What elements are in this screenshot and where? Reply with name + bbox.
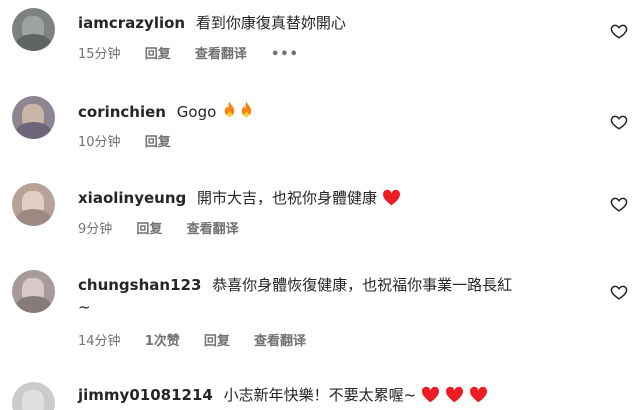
heart-outline-icon[interactable]	[610, 195, 628, 213]
avatar[interactable]	[12, 8, 55, 51]
translate-button[interactable]: 查看翻译	[254, 333, 306, 351]
username[interactable]: xiaolinyeung	[78, 189, 186, 207]
reply-button[interactable]: 回复	[145, 46, 171, 64]
heart-outline-icon[interactable]	[610, 22, 628, 40]
translate-button[interactable]: 查看翻译	[195, 46, 247, 64]
red-heart-icon	[469, 386, 487, 403]
timestamp: 15分钟	[78, 47, 121, 62]
more-options-button[interactable]: •••	[271, 46, 299, 64]
comment-text: 看到你康復真替妳開心	[195, 14, 346, 32]
timestamp: 9分钟	[78, 222, 113, 237]
comment-text: 小志新年快樂！不要太累喔~	[223, 386, 417, 404]
red-heart-icon	[445, 386, 463, 403]
likes-count[interactable]: 1次赞	[145, 333, 180, 351]
username[interactable]: corinchien	[78, 103, 166, 121]
translate-button[interactable]: 查看翻译	[187, 221, 239, 239]
red-heart-icon	[382, 189, 400, 206]
red-heart-icon	[421, 386, 439, 403]
timestamp: 14分钟	[78, 334, 121, 349]
fire-icon	[224, 101, 235, 118]
username[interactable]: chungshan123	[78, 276, 201, 294]
timestamp: 10分钟	[78, 135, 121, 150]
avatar[interactable]	[12, 96, 55, 139]
reply-button[interactable]: 回复	[136, 221, 162, 239]
avatar[interactable]	[12, 183, 55, 226]
comment-text-continued: ~	[78, 298, 91, 316]
username[interactable]: iamcrazylion	[78, 14, 185, 32]
heart-outline-icon[interactable]	[610, 113, 628, 131]
reply-button[interactable]: 回复	[204, 333, 230, 351]
comment-text: 開市大吉，也祝你身體健康	[197, 189, 378, 207]
comment-text: 恭喜你身體恢復健康，也祝福你事業一路長紅	[212, 276, 513, 294]
avatar[interactable]	[12, 382, 55, 410]
heart-outline-icon[interactable]	[610, 283, 628, 301]
fire-icon	[241, 101, 252, 118]
reply-button[interactable]: 回复	[145, 134, 171, 152]
avatar[interactable]	[12, 270, 55, 313]
comment-text: Gogo	[176, 103, 217, 121]
username[interactable]: jimmy01081214	[78, 386, 213, 404]
